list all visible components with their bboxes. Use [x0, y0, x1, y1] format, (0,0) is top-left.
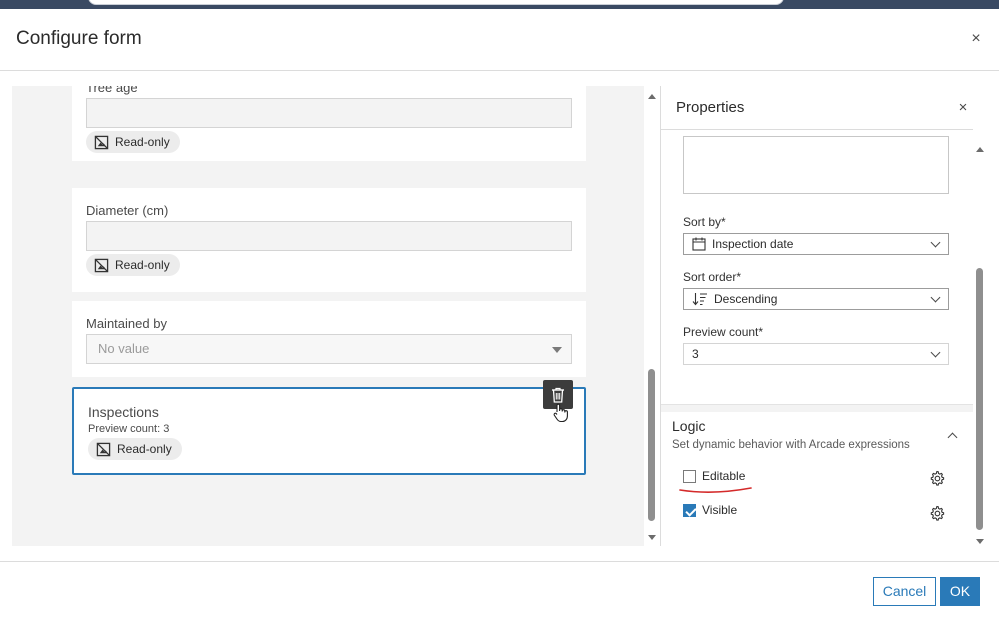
calendar-icon	[692, 237, 706, 251]
browser-top-strip	[0, 0, 999, 9]
properties-close-icon[interactable]: ×	[953, 98, 973, 118]
dialog-title: Configure form	[16, 28, 142, 49]
dialog-footer: Cancel OK	[0, 561, 999, 620]
read-only-chip: Read-only	[86, 131, 180, 153]
caret-down-icon	[552, 347, 562, 353]
select-value: 3	[692, 347, 699, 361]
field-label: Diameter (cm)	[86, 203, 169, 218]
ok-button[interactable]: OK	[940, 577, 980, 606]
field-card-inspections[interactable]: Inspections Preview count: 3 Read-only	[72, 387, 586, 475]
properties-scrollbar[interactable]	[973, 131, 987, 544]
field-card-tree-age[interactable]: Tree age Read-only	[72, 86, 586, 161]
field-card-maintained-by[interactable]: Maintained by No value	[72, 301, 586, 377]
sort-order-select[interactable]: Descending	[683, 288, 949, 310]
read-only-chip: Read-only	[88, 438, 182, 460]
gear-icon[interactable]	[929, 470, 945, 486]
field-label: Maintained by	[86, 316, 167, 331]
cancel-button[interactable]: Cancel	[873, 577, 936, 606]
chip-label: Read-only	[117, 442, 172, 456]
scroll-down-icon[interactable]	[976, 539, 984, 544]
field-input-preview	[86, 221, 572, 251]
chip-label: Read-only	[115, 258, 170, 272]
gear-icon[interactable]	[929, 505, 945, 521]
sort-by-select[interactable]: Inspection date	[683, 233, 949, 255]
editable-label: Editable	[702, 469, 746, 483]
scrollbar-thumb[interactable]	[648, 369, 655, 521]
field-input-preview	[86, 98, 572, 128]
visible-label: Visible	[702, 503, 738, 517]
sort-by-label: Sort by*	[683, 215, 726, 229]
logic-section: Logic Set dynamic behavior with Arcade e…	[661, 412, 973, 544]
scroll-up-icon[interactable]	[648, 94, 656, 99]
configure-form-dialog: Configure form × Tree age Read-only Diam…	[0, 9, 999, 620]
sort-order-label: Sort order*	[683, 270, 742, 284]
select-placeholder: No value	[98, 341, 150, 356]
description-textarea[interactable]	[683, 136, 949, 194]
visible-checkbox[interactable]	[683, 504, 696, 517]
chevron-up-icon[interactable]	[947, 432, 958, 443]
read-only-icon	[94, 258, 109, 272]
editable-checkbox[interactable]	[683, 470, 696, 483]
browser-address-bar[interactable]	[88, 0, 784, 5]
read-only-chip: Read-only	[86, 254, 180, 276]
select-value: Descending	[714, 292, 778, 306]
select-value: Inspection date	[712, 237, 794, 251]
chevron-down-icon	[930, 347, 941, 358]
red-underline-annotation	[679, 487, 752, 493]
scroll-up-icon[interactable]	[976, 147, 984, 152]
chevron-down-icon	[930, 237, 941, 248]
field-label: Inspections	[88, 404, 159, 420]
preview-count-text: Preview count: 3	[88, 423, 170, 435]
section-divider	[661, 405, 973, 412]
logic-title: Logic	[672, 418, 706, 434]
properties-title: Properties	[676, 99, 745, 116]
form-canvas: Tree age Read-only Diameter (cm) Read-on…	[12, 86, 644, 546]
chip-label: Read-only	[115, 135, 170, 149]
pointer-hand-icon	[553, 403, 568, 423]
scroll-down-icon[interactable]	[648, 535, 656, 540]
properties-header: Properties ×	[661, 86, 973, 130]
scrollbar-thumb[interactable]	[976, 268, 983, 530]
chevron-down-icon	[930, 292, 941, 303]
properties-body: Sort by* Inspection date Sort order* Des…	[661, 131, 973, 544]
logic-description: Set dynamic behavior with Arcade express…	[672, 439, 910, 451]
properties-section: Sort by* Inspection date Sort order* Des…	[661, 131, 973, 405]
read-only-icon	[96, 442, 111, 456]
field-card-diameter[interactable]: Diameter (cm) Read-only	[72, 188, 586, 292]
preview-count-select[interactable]: 3	[683, 343, 949, 365]
properties-panel: Properties × Sort by* Inspection date So…	[660, 86, 987, 546]
canvas-scrollbar[interactable]	[645, 86, 659, 546]
read-only-icon	[94, 135, 109, 149]
preview-count-label: Preview count*	[683, 325, 764, 339]
dialog-close-icon[interactable]: ×	[966, 29, 986, 49]
trash-icon	[552, 387, 564, 403]
dialog-header: Configure form ×	[0, 9, 999, 71]
maintained-by-select: No value	[86, 334, 572, 364]
field-label: Tree age	[86, 86, 138, 95]
sort-descending-icon	[692, 293, 707, 306]
